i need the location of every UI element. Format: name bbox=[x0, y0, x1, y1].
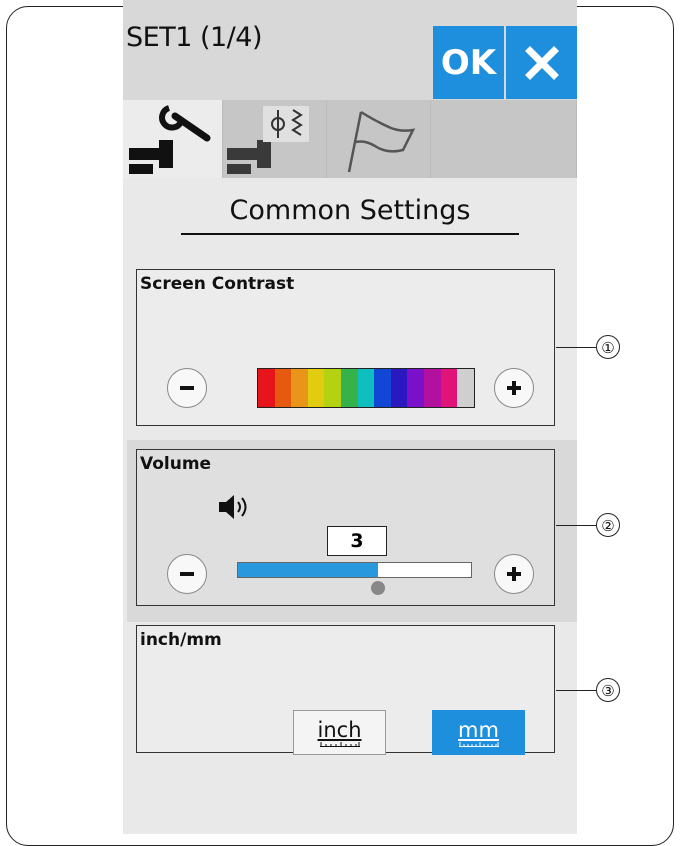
units-panel: inch/mm inch mm bbox=[136, 625, 555, 755]
ruler-icon bbox=[319, 741, 360, 747]
volume-slider-knob[interactable] bbox=[371, 581, 385, 595]
contrast-increase-button[interactable] bbox=[494, 368, 534, 408]
volume-value: 3 bbox=[327, 526, 387, 556]
contrast-segment bbox=[357, 369, 375, 407]
screen-contrast-label: Screen Contrast bbox=[140, 274, 295, 294]
tab-common-settings[interactable] bbox=[123, 100, 223, 178]
ok-button[interactable]: OK bbox=[433, 26, 504, 99]
inch-button-label: inch bbox=[317, 717, 362, 742]
page-title: Common Settings bbox=[229, 195, 471, 226]
settings-screen: SET1 (1/4) OK Common Settings Screen Con… bbox=[123, 0, 577, 834]
contrast-segment bbox=[457, 369, 474, 407]
volume-increase-button[interactable] bbox=[494, 554, 534, 594]
contrast-segment bbox=[291, 369, 308, 407]
ruler-icon bbox=[458, 741, 499, 747]
volume-decrease-button[interactable] bbox=[167, 554, 207, 594]
callout-line-2 bbox=[556, 525, 596, 526]
mm-button-label: mm bbox=[458, 717, 499, 742]
callout-1: ① bbox=[596, 335, 620, 359]
contrast-segment bbox=[258, 369, 275, 407]
callout-line-3 bbox=[556, 690, 596, 691]
contrast-segment bbox=[440, 369, 458, 407]
contrast-segment bbox=[307, 369, 325, 407]
tab-empty bbox=[431, 100, 577, 178]
mm-button[interactable]: mm bbox=[432, 710, 525, 755]
minus-icon bbox=[180, 386, 194, 390]
flag-icon bbox=[347, 110, 416, 173]
title-underline bbox=[181, 233, 519, 235]
header: SET1 (1/4) OK bbox=[123, 0, 577, 100]
tab-bar bbox=[123, 100, 577, 178]
contrast-decrease-button[interactable] bbox=[167, 368, 207, 408]
volume-slider[interactable] bbox=[237, 562, 472, 578]
tab-language[interactable] bbox=[327, 100, 431, 178]
volume-panel: Volume 3 bbox=[136, 449, 555, 606]
callout-line-1 bbox=[556, 347, 596, 348]
units-label: inch/mm bbox=[140, 630, 222, 650]
contrast-segment bbox=[407, 369, 425, 407]
volume-label: Volume bbox=[140, 454, 212, 474]
minus-icon bbox=[180, 572, 194, 576]
screen-contrast-panel: Screen Contrast bbox=[136, 269, 555, 426]
close-icon bbox=[524, 45, 559, 80]
contrast-segment bbox=[324, 369, 342, 407]
callout-3: ③ bbox=[596, 678, 620, 702]
contrast-segment bbox=[390, 369, 408, 407]
close-button[interactable] bbox=[506, 26, 577, 99]
speaker-icon bbox=[219, 495, 247, 519]
plus-icon bbox=[507, 567, 521, 581]
plus-icon bbox=[507, 381, 521, 395]
page-set-title: SET1 (1/4) bbox=[126, 22, 262, 53]
wrench-machine-icon bbox=[129, 105, 211, 174]
volume-slider-fill bbox=[238, 563, 378, 577]
contrast-segment bbox=[274, 369, 292, 407]
contrast-segment bbox=[374, 369, 391, 407]
contrast-segment bbox=[424, 369, 441, 407]
stitch-machine-icon bbox=[227, 106, 309, 174]
contrast-color-bar bbox=[257, 368, 475, 408]
callout-2: ② bbox=[596, 513, 620, 537]
tab-sewing-settings[interactable] bbox=[223, 100, 327, 178]
inch-button[interactable]: inch bbox=[293, 710, 386, 755]
contrast-segment bbox=[341, 369, 358, 407]
